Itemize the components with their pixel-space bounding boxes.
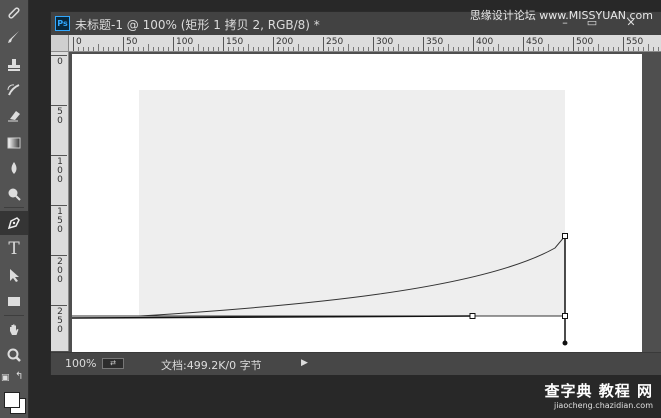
gradient-icon	[7, 137, 21, 149]
share-icon[interactable]: ⇄	[102, 358, 124, 369]
ruler-origin[interactable]	[51, 35, 69, 52]
ruler-tick	[73, 37, 74, 51]
ruler-tick	[173, 37, 174, 51]
document-title: 未标题-1 @ 100% (矩形 1 拷贝 2, RGB/8) *	[75, 18, 320, 32]
ruler-label: 100	[57, 157, 63, 185]
healing-brush-icon	[8, 7, 20, 19]
watermark-bottom-main: 查字典 教程 网	[544, 382, 653, 400]
zoom-tool[interactable]	[0, 343, 28, 367]
tools-panel: T ▣ ↰	[0, 0, 29, 418]
eraser-tool[interactable]	[0, 103, 28, 127]
ruler-label: 150	[226, 37, 244, 47]
history-brush-icon	[7, 84, 20, 96]
horizontal-ruler[interactable]: 0 50 100 150 200 250 300 350 400 450 500 550	[51, 35, 661, 52]
ruler-label: 400	[476, 37, 494, 47]
ruler-label: 300	[376, 37, 394, 47]
clone-stamp-icon	[8, 59, 20, 71]
hand-tool[interactable]	[0, 318, 28, 342]
zoom-level[interactable]: 100%	[65, 357, 96, 370]
ruler-label: 450	[526, 37, 544, 47]
zoom-icon	[7, 348, 21, 362]
ruler-tick	[51, 205, 67, 206]
ruler-tick	[273, 37, 274, 51]
ruler-label: 250	[57, 307, 63, 335]
status-bar: 100% ⇄ 文档:499.2K/0 字节 ▶	[51, 352, 661, 375]
brush-icon	[8, 31, 19, 43]
ruler-label: 550	[626, 37, 644, 47]
ruler-label: 0	[76, 37, 82, 47]
path-selection-icon	[10, 269, 19, 282]
ruler-label: 50	[126, 37, 138, 47]
watermark-bottom-url: jiaocheng.chazidian.com	[553, 401, 653, 410]
dodge-tool[interactable]	[0, 182, 28, 206]
document-canvas[interactable]	[72, 54, 642, 354]
ruler-tick	[51, 255, 67, 256]
clone-stamp-tool[interactable]	[0, 53, 28, 77]
ruler-tick	[51, 305, 67, 306]
ruler-tick	[123, 37, 124, 51]
document-size: 文档:499.2K/0 字节	[161, 359, 262, 372]
path-selection-tool[interactable]	[0, 263, 28, 287]
ruler-label: 150	[57, 207, 63, 235]
ruler-tick	[51, 155, 67, 156]
document-window: Ps 未标题-1 @ 100% (矩形 1 拷贝 2, RGB/8) * – ▭…	[50, 11, 661, 375]
brush-tool[interactable]	[0, 25, 28, 49]
ruler-label: 500	[576, 37, 594, 47]
ruler-label: 200	[276, 37, 294, 47]
status-menu-arrow-icon[interactable]: ▶	[301, 358, 308, 368]
blur-tool[interactable]	[0, 156, 28, 180]
rectangle-icon	[8, 297, 20, 306]
type-tool[interactable]: T	[0, 237, 28, 261]
ruler-tick	[51, 55, 67, 56]
ruler-tick	[573, 37, 574, 51]
watermark-top: 思缘设计论坛 www.MISSYUAN.com	[469, 9, 653, 22]
ruler-label: 250	[326, 37, 344, 47]
ruler-label: 100	[176, 37, 194, 47]
blur-icon	[11, 162, 17, 174]
ruler-label: 50	[57, 107, 63, 126]
foreground-color-swatch[interactable]	[4, 392, 20, 408]
ruler-tick	[623, 37, 624, 51]
default-colors-icon[interactable]: ▣	[1, 373, 10, 383]
ruler-tick	[523, 37, 524, 51]
ruler-tick	[223, 37, 224, 51]
ruler-label: 200	[57, 257, 63, 285]
type-icon: T	[8, 238, 20, 259]
vertical-ruler[interactable]: 0 50 100 150 200 250	[51, 51, 69, 351]
photoshop-logo-icon: Ps	[55, 16, 70, 31]
ruler-tick	[423, 37, 424, 51]
ruler-tick	[373, 37, 374, 51]
pen-tool[interactable]	[0, 211, 28, 235]
canvas-viewport[interactable]	[69, 52, 661, 354]
eraser-icon	[8, 111, 20, 122]
ruler-tick	[323, 37, 324, 51]
hand-icon	[10, 324, 19, 335]
gradient-tool[interactable]	[0, 131, 28, 155]
ruler-tick	[51, 105, 67, 106]
watermark-bottom: 查字典 教程 网 jiaocheng.chazidian.com	[545, 380, 653, 410]
history-brush-tool[interactable]	[0, 78, 28, 102]
swap-colors-icon[interactable]: ↰	[15, 371, 23, 382]
ruler-label: 0	[57, 57, 63, 67]
ruler-tick	[473, 37, 474, 51]
ruler-label: 350	[426, 37, 444, 47]
rectangle-tool[interactable]	[0, 289, 28, 313]
pen-icon	[7, 217, 20, 230]
healing-brush-tool[interactable]	[0, 1, 28, 25]
dodge-icon	[8, 188, 21, 201]
